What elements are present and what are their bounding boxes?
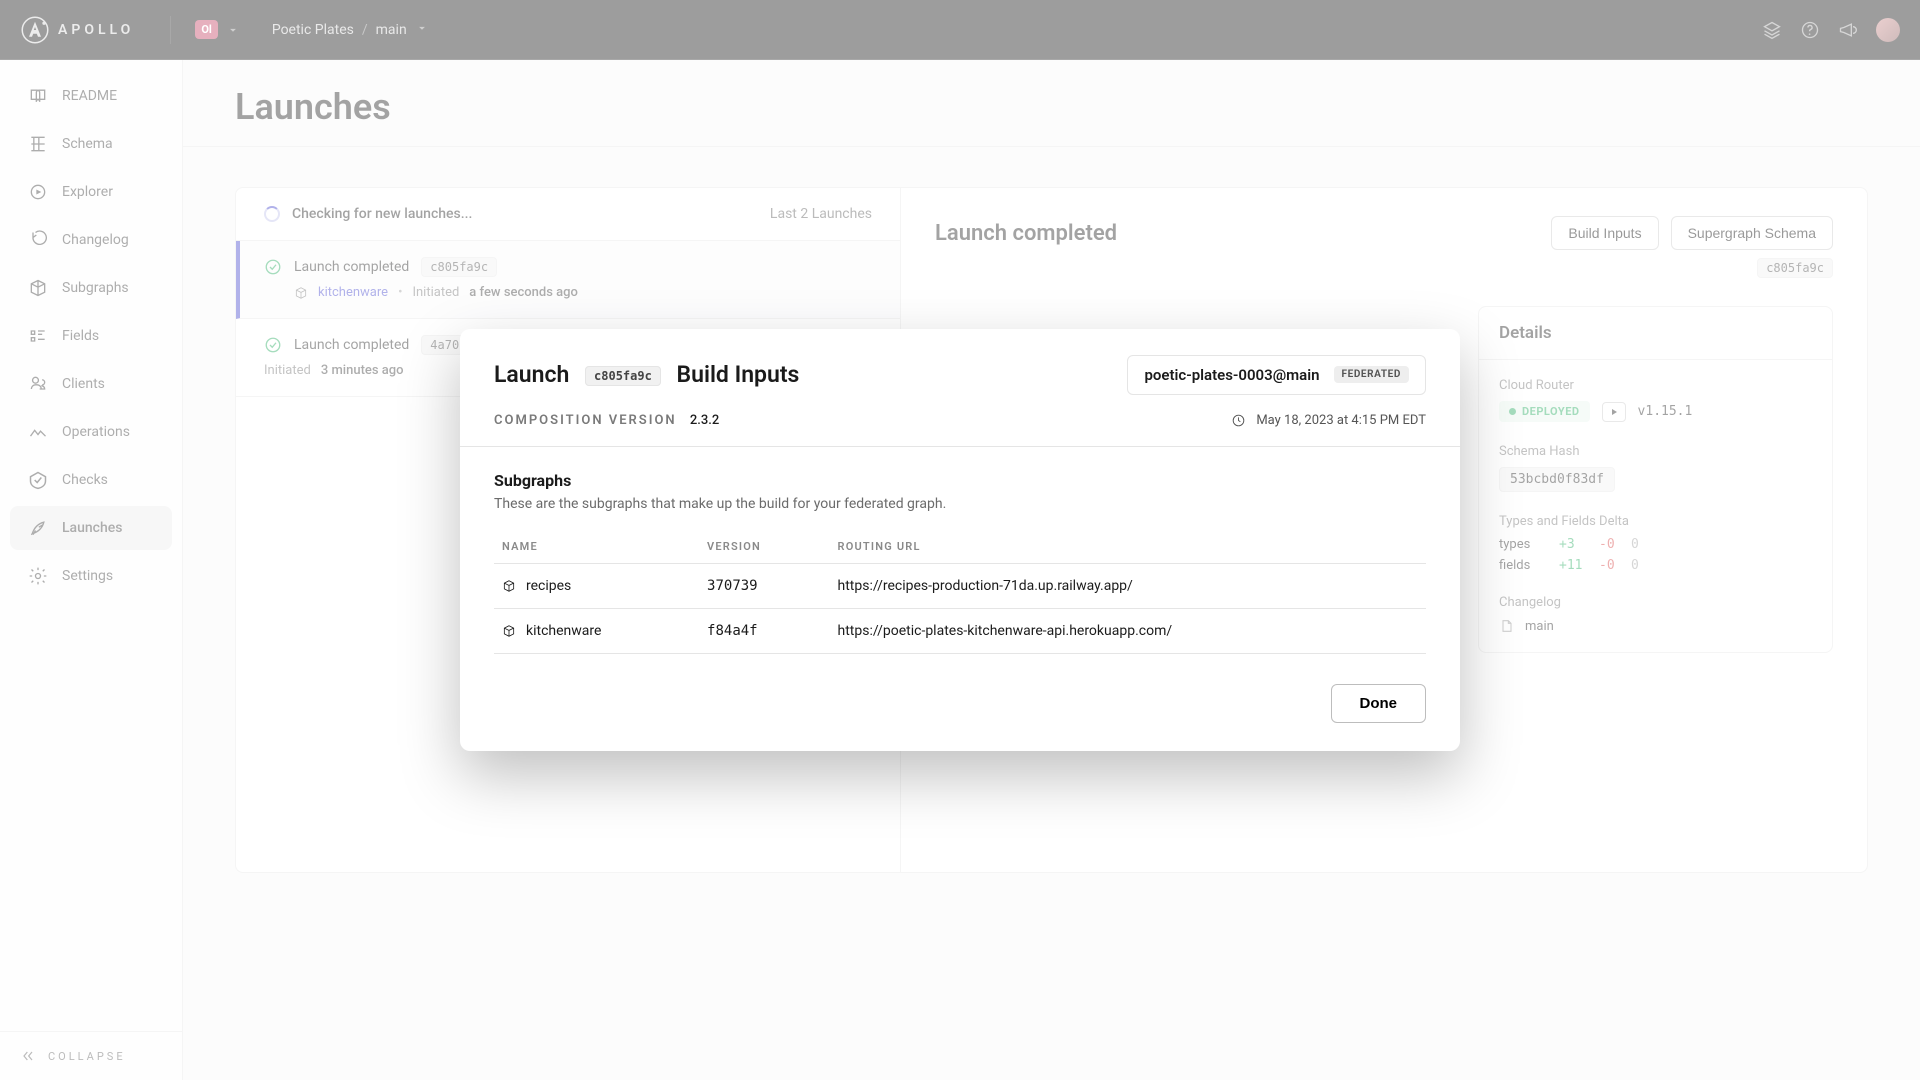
subgraphs-table: NAME VERSION ROUTING URL recipes 370739 … bbox=[494, 530, 1426, 655]
table-row: recipes 370739 https://recipes-productio… bbox=[494, 563, 1426, 609]
subgraph-name: kitchenware bbox=[526, 623, 601, 639]
composition-version-value: 2.3.2 bbox=[690, 413, 719, 428]
col-version: VERSION bbox=[699, 530, 829, 564]
federated-chip: FEDERATED bbox=[1334, 366, 1409, 383]
done-button[interactable]: Done bbox=[1331, 684, 1427, 723]
subgraph-version: f84a4f bbox=[699, 609, 829, 654]
modal-title-suffix: Build Inputs bbox=[677, 361, 800, 388]
modal-overlay[interactable]: Launch c805fa9c Build Inputs poetic-plat… bbox=[0, 0, 1920, 1080]
table-row: kitchenware f84a4f https://poetic-plates… bbox=[494, 609, 1426, 654]
graphref-text: poetic-plates-0003@main bbox=[1144, 366, 1319, 384]
build-inputs-modal: Launch c805fa9c Build Inputs poetic-plat… bbox=[460, 329, 1460, 752]
modal-hash: c805fa9c bbox=[585, 366, 661, 386]
subgraphs-section-title: Subgraphs bbox=[494, 471, 1426, 490]
cube-icon bbox=[502, 624, 516, 638]
subgraph-version: 370739 bbox=[699, 563, 829, 609]
subgraph-name: recipes bbox=[526, 578, 571, 594]
composition-version-label: COMPOSITION VERSION bbox=[494, 413, 677, 428]
cube-icon bbox=[502, 579, 516, 593]
subgraph-url: https://recipes-production-71da.up.railw… bbox=[830, 563, 1427, 609]
modal-launch-word: Launch bbox=[494, 361, 569, 388]
graphref-box: poetic-plates-0003@main FEDERATED bbox=[1127, 355, 1426, 395]
col-name: NAME bbox=[494, 530, 699, 564]
subgraph-url: https://poetic-plates-kitchenware-api.he… bbox=[830, 609, 1427, 654]
clock-icon bbox=[1231, 413, 1246, 428]
col-url: ROUTING URL bbox=[830, 530, 1427, 564]
modal-timestamp: May 18, 2023 at 4:15 PM EDT bbox=[1256, 413, 1426, 428]
subgraphs-section-desc: These are the subgraphs that make up the… bbox=[494, 496, 1426, 512]
